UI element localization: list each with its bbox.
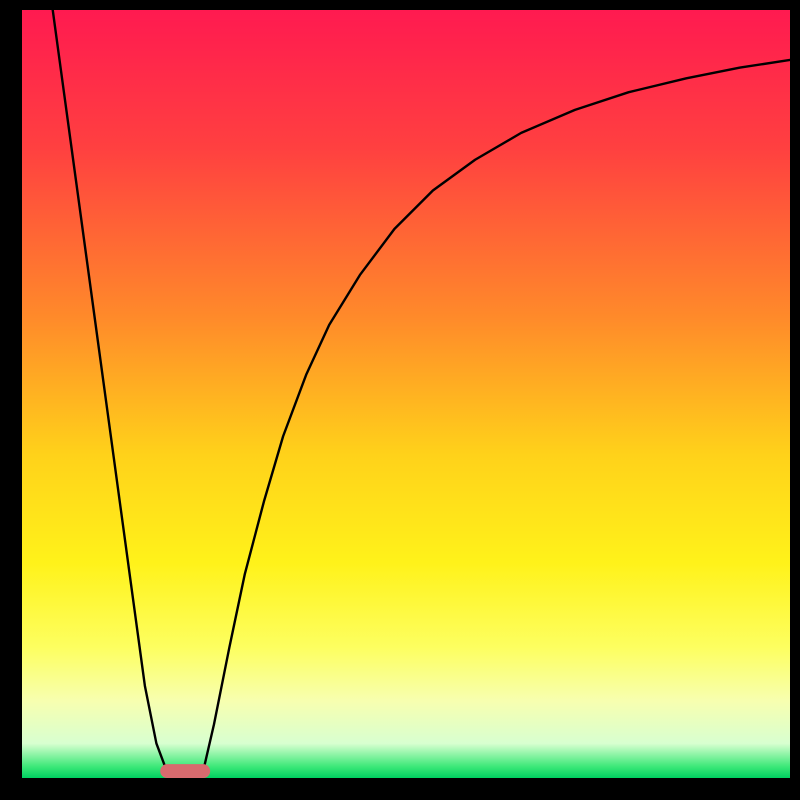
chart-svg [22,10,790,778]
bottom-marker [160,764,210,778]
chart-background [22,10,790,778]
chart-plot-area [22,10,790,778]
chart-frame: TheBottleneck.com [0,0,800,800]
chart-marker [160,764,210,778]
